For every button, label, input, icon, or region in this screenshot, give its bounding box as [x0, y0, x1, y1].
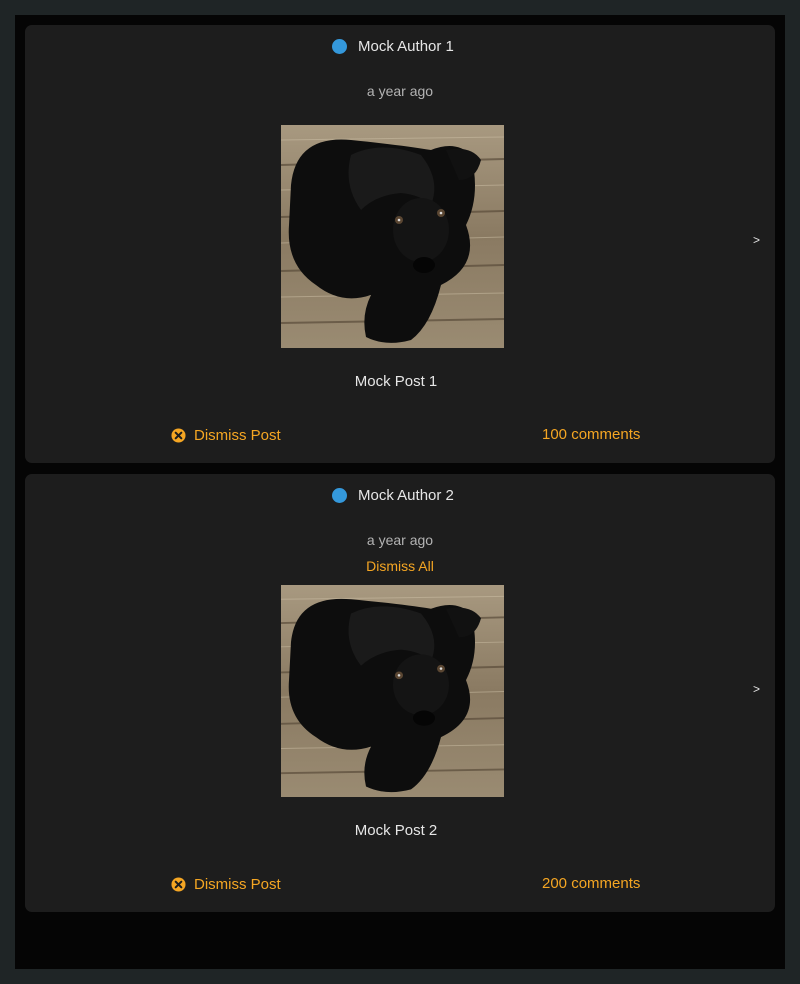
dismiss-post-label: Dismiss Post: [194, 875, 281, 893]
author-row: Mock Author 2: [25, 486, 775, 506]
puppy-image: [281, 125, 504, 348]
post-thumbnail[interactable]: [281, 125, 504, 348]
unread-dot-icon: [332, 488, 347, 503]
author-row: Mock Author 1: [25, 37, 775, 57]
author-name: Mock Author 1: [358, 38, 454, 55]
close-circle-icon: [171, 876, 186, 892]
post-list-panel: Mock Author 1 a year ago > Mock Post 1 D…: [15, 15, 785, 969]
post-card: Mock Author 2 a year ago Dismiss All > M…: [25, 474, 775, 912]
post-thumbnail[interactable]: [281, 585, 504, 797]
post-timestamp: a year ago: [366, 532, 434, 548]
dismiss-post-button[interactable]: Dismiss Post: [171, 425, 281, 445]
unread-dot-icon: [332, 39, 347, 54]
puppy-image: [281, 585, 504, 797]
comments-link[interactable]: 200 comments: [542, 874, 640, 894]
post-title: Mock Post 2: [354, 822, 438, 839]
author-name: Mock Author 2: [358, 487, 454, 504]
next-image-button[interactable]: >: [753, 681, 760, 697]
close-circle-icon: [171, 427, 186, 443]
dismiss-all-button[interactable]: Dismiss All: [25, 556, 775, 576]
post-timestamp: a year ago: [366, 83, 434, 99]
post-title: Mock Post 1: [354, 373, 438, 390]
post-card: Mock Author 1 a year ago > Mock Post 1 D…: [25, 25, 775, 463]
dismiss-post-label: Dismiss Post: [194, 426, 281, 444]
comments-link[interactable]: 100 comments: [542, 425, 640, 445]
next-image-button[interactable]: >: [753, 232, 760, 248]
dismiss-post-button[interactable]: Dismiss Post: [171, 874, 281, 894]
